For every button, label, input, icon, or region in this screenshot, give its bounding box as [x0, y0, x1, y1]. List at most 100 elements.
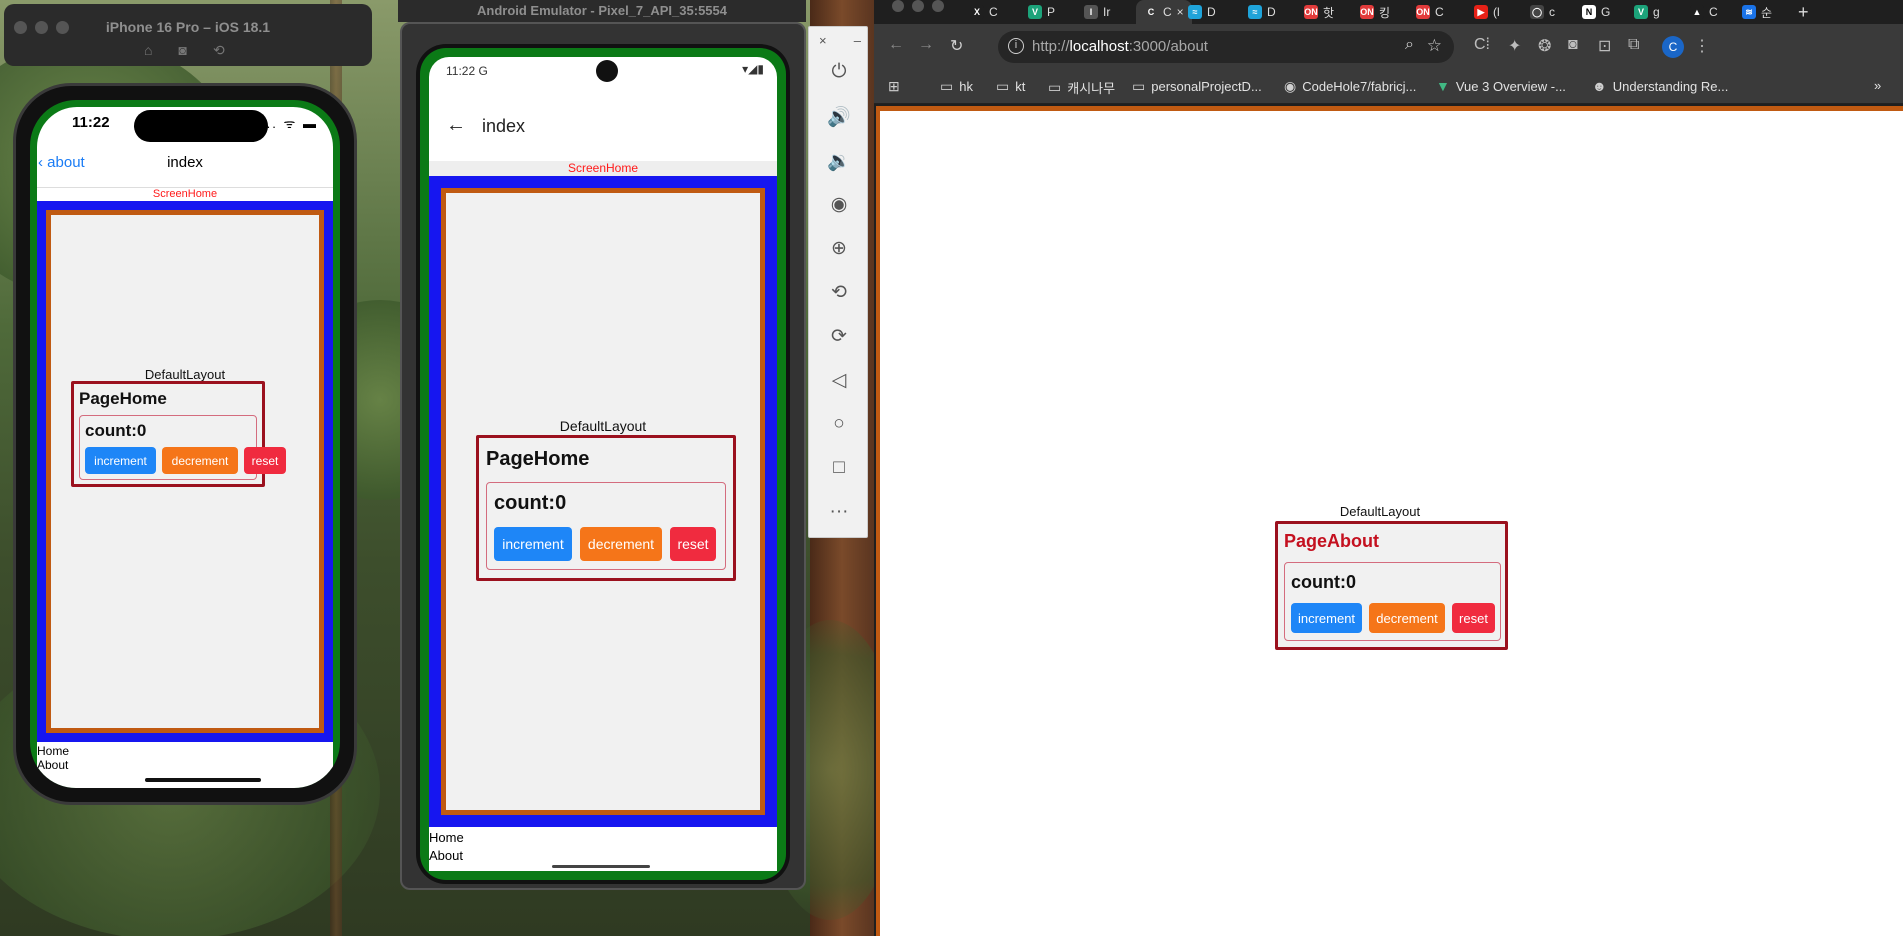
zoom-icon[interactable]: ⊕	[809, 237, 869, 260]
power-icon[interactable]: ⏻	[809, 61, 869, 83]
camera-icon[interactable]: ◙	[1568, 36, 1578, 54]
screenshot-icon[interactable]: ⊡	[1598, 36, 1611, 56]
zoom-window-icon[interactable]	[932, 0, 944, 12]
reset-button[interactable]: reset	[670, 527, 716, 561]
arrow-left-icon[interactable]: ←	[446, 114, 466, 137]
address-bar[interactable]: i http://localhost:3000/about ⌕ ☆	[998, 31, 1454, 63]
browser-tab[interactable]: ≈ D	[1188, 0, 1216, 24]
tab-close-icon[interactable]: ×	[1177, 5, 1184, 19]
bookmark-item[interactable]: ◉ CodeHole7/fabricj...	[1284, 78, 1416, 95]
extension-icon[interactable]: C⁞	[1474, 36, 1490, 54]
rotate-icon[interactable]: ⟲	[213, 42, 225, 59]
decrement-button[interactable]: decrement	[1369, 603, 1445, 633]
back-icon[interactable]: ◁	[809, 369, 869, 392]
appbar-title: index	[482, 116, 526, 136]
iphone-device-frame: 11:22 .... ᯤ ▬ ‹ about index ScreenHome …	[13, 83, 357, 805]
tab-label: g	[1653, 5, 1660, 19]
browser-tab[interactable]: ON 킹	[1360, 0, 1390, 24]
bookmark-item[interactable]: ▭ 캐시나무	[1048, 78, 1115, 97]
increment-button[interactable]: increment	[494, 527, 572, 561]
browser-tab[interactable]: NG	[1582, 0, 1610, 24]
reset-button[interactable]: reset	[1452, 603, 1495, 633]
folder-icon: ▭	[940, 78, 954, 94]
about-link[interactable]: About	[37, 758, 69, 772]
menu-icon[interactable]: ⋮	[1694, 36, 1710, 56]
more-icon[interactable]: ···	[809, 501, 869, 523]
rotate-left-icon[interactable]: ⟲	[809, 281, 869, 304]
browser-tab[interactable]: ▲ C	[1690, 0, 1718, 24]
minimize-icon[interactable]: –	[854, 33, 861, 48]
screen-container: DefaultLayout PageHome count:0 increment…	[429, 176, 777, 827]
extension-icon[interactable]: ✦	[1508, 36, 1521, 56]
screen-container: DefaultLayout PageHome count:0 increment…	[37, 201, 333, 742]
close-window-icon[interactable]	[892, 0, 904, 12]
tab-label: 순	[1761, 5, 1773, 20]
extension-icon[interactable]: ❂	[1538, 36, 1551, 56]
about-link[interactable]: About	[429, 847, 464, 865]
page-title: PageHome	[79, 389, 167, 408]
bookmark-label: Understanding Re...	[1612, 78, 1729, 94]
new-tab-button[interactable]: +	[1798, 0, 1809, 24]
increment-button[interactable]: increment	[1291, 603, 1362, 633]
increment-button[interactable]: increment	[85, 447, 156, 474]
camera-icon[interactable]: ◉	[809, 193, 869, 216]
puzzle-icon[interactable]: ⧉	[1628, 36, 1639, 54]
browser-tab[interactable]: ◯ c	[1530, 0, 1555, 24]
browser-window: X C V P I Ir C C × ≈ D ≈ D ON 핫 ON 킹 ON C ▶ (l ◯ c N G Vg ▲ C ≋ 순 + ←…	[874, 0, 1903, 936]
bookmark-item[interactable]: ▭ hk	[940, 78, 973, 95]
tab-favicon-icon: ON	[1360, 5, 1374, 19]
gesture-bar[interactable]	[552, 865, 650, 868]
home-icon[interactable]: ○	[809, 413, 869, 435]
tab-favicon-icon: ON	[1304, 5, 1318, 19]
bookmark-label: 캐시나무	[1067, 81, 1116, 96]
browser-tab[interactable]: XC	[970, 0, 998, 24]
browser-tab[interactable]: ON C	[1416, 0, 1444, 24]
folder-icon: ▭	[1048, 79, 1062, 95]
counter-box: count:0 increment decrement reset	[1284, 562, 1501, 641]
bookmark-star-icon[interactable]: ☆	[1427, 36, 1442, 56]
overview-icon[interactable]: □	[809, 457, 869, 479]
bookmark-label: personalProjectD...	[1151, 79, 1262, 94]
home-link[interactable]: Home	[429, 829, 464, 847]
profile-avatar[interactable]: C	[1662, 36, 1684, 58]
browser-tab[interactable]: ≈ D	[1248, 0, 1276, 24]
bookmark-item[interactable]: ☻ Understanding Re...	[1592, 78, 1728, 94]
browser-tab[interactable]: C C ×	[1136, 0, 1192, 24]
ios-simulator-titlebar: iPhone 16 Pro – iOS 18.1 ⌂ ◙ ⟲	[4, 4, 372, 66]
browser-tab[interactable]: ON 핫	[1304, 0, 1334, 24]
reset-button[interactable]: reset	[244, 447, 286, 474]
bookmarks-overflow-button[interactable]: »	[1874, 78, 1881, 93]
ios-simulator-title: iPhone 16 Pro – iOS 18.1	[105, 19, 271, 35]
home-link[interactable]: Home	[37, 744, 69, 758]
site-info-icon[interactable]: i	[1008, 38, 1024, 54]
close-icon[interactable]: ×	[819, 33, 827, 48]
bookmark-item[interactable]: ▼ Vue 3 Overview -...	[1436, 78, 1566, 94]
tab-favicon-icon: N	[1582, 5, 1596, 19]
forward-arrow-icon[interactable]: →	[918, 36, 934, 54]
tab-label: D	[1267, 5, 1276, 19]
minimize-window-icon[interactable]	[912, 0, 924, 12]
bookmark-item[interactable]: ▭ kt	[996, 78, 1025, 95]
screenshot-icon[interactable]: ◙	[178, 42, 186, 59]
volume-down-icon[interactable]: 🔉	[809, 149, 869, 173]
browser-tab[interactable]: VP	[1028, 0, 1055, 24]
decrement-button[interactable]: decrement	[580, 527, 662, 561]
volume-up-icon[interactable]: 🔊	[809, 105, 869, 129]
decrement-button[interactable]: decrement	[162, 447, 238, 474]
page-about-box: PageAbout count:0 increment decrement re…	[1275, 521, 1508, 650]
browser-tab[interactable]: ≋ 순	[1742, 0, 1772, 24]
bookmark-item[interactable]: ▭ personalProjectD...	[1132, 78, 1262, 95]
reload-icon[interactable]: ↻	[950, 36, 963, 56]
browser-tab[interactable]: ▶ (l	[1474, 0, 1500, 24]
back-arrow-icon[interactable]: ←	[888, 36, 904, 54]
home-indicator[interactable]	[145, 778, 261, 782]
page-title: PageAbout	[1284, 531, 1380, 551]
home-icon[interactable]: ⌂	[144, 42, 152, 59]
url-text[interactable]: http://localhost:3000/about	[1032, 38, 1208, 55]
emulator-side-panel: × – ⏻ 🔊 🔉 ◉ ⊕ ⟲ ⟳ ◁ ○ □ ···	[808, 26, 868, 538]
apps-grid-icon[interactable]: ⊞	[888, 78, 900, 95]
browser-tab[interactable]: Vg	[1634, 0, 1660, 24]
browser-tab[interactable]: I Ir	[1084, 0, 1110, 24]
zoom-icon[interactable]: ⌕	[1405, 36, 1414, 54]
rotate-right-icon[interactable]: ⟳	[809, 325, 869, 348]
